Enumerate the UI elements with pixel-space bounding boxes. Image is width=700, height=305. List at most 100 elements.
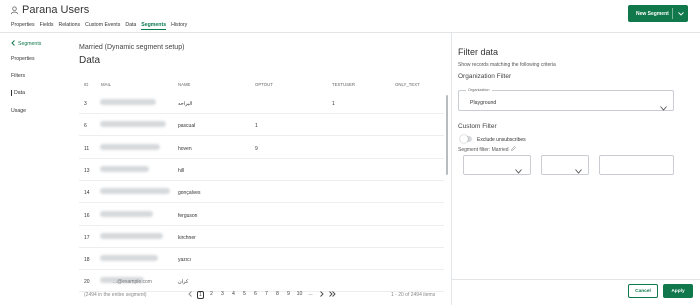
segment-total-label: (2494 in the entire segment)	[84, 292, 147, 298]
cell-name: ferguson	[178, 212, 198, 219]
chevron-down-icon[interactable]	[515, 161, 522, 179]
pencil-icon[interactable]	[510, 146, 516, 153]
cell-id: 3	[84, 101, 87, 107]
segment-filter-label: Segment filter: Married	[458, 146, 516, 153]
pager-page[interactable]: 1	[197, 291, 204, 299]
cell-id: 13	[84, 167, 90, 174]
pager-last-icon[interactable]	[329, 291, 336, 299]
chevron-down-icon[interactable]	[673, 11, 688, 16]
exclude-unsubscribes-toggle[interactable]	[460, 135, 472, 143]
organization-select-value: Playground	[470, 100, 497, 106]
table-row[interactable]: 3 اليراحه 1	[79, 92, 444, 114]
cell-id: 18	[84, 257, 90, 264]
sidebar-item-usage[interactable]: Usage	[11, 108, 26, 114]
cell-testuser: 1	[332, 101, 335, 107]
cell-name: hoven	[178, 145, 192, 152]
organization-filter-heading: Organization Filter	[458, 73, 512, 80]
redacted-email	[100, 232, 163, 239]
pagination-range: 1 - 20 of 2494 items	[391, 292, 436, 298]
table-row[interactable]: 16 ferguson	[79, 204, 444, 226]
pager-pages: 1 2 3 4 5 6 7 8 9 10...	[197, 291, 314, 299]
segment-subtitle: Married (Dynamic segment setup)	[79, 44, 185, 51]
pager-page[interactable]: 4	[230, 291, 237, 299]
tab-relations[interactable]: Relations	[59, 22, 81, 30]
exclude-unsubscribes-label: Exclude unsubscribes	[477, 137, 526, 143]
users-icon	[10, 5, 19, 15]
column-header-only-text[interactable]: ONLY_TEXT	[395, 82, 420, 87]
table-row[interactable]: 20 ...@example.com كران	[79, 270, 444, 293]
redacted-email	[100, 255, 158, 262]
table-scrollbar[interactable]	[446, 95, 448, 175]
filter-panel-subtitle: Show records matching the following crit…	[458, 62, 556, 68]
table-row[interactable]: 13 hill	[79, 159, 444, 181]
cell-name: yazıcı	[178, 257, 192, 264]
tab-properties[interactable]: Properties	[11, 22, 35, 30]
table-row[interactable]: 17 kirchner	[79, 226, 444, 248]
custom-filter-heading: Custom Filter	[458, 123, 497, 130]
cell-id: 17	[84, 234, 90, 241]
pager-ellipsis: ...	[308, 291, 313, 297]
pager-page[interactable]: 7	[263, 291, 270, 299]
column-header-optout[interactable]: OPTOUT	[255, 82, 273, 87]
redacted-email	[100, 210, 153, 217]
column-header-mail[interactable]: MAIL	[101, 82, 111, 87]
tab-fields[interactable]: Fields	[40, 22, 54, 30]
tab-segments[interactable]: Segments	[141, 22, 167, 30]
pagination: 1 2 3 4 5 6 7 8 9 10...	[186, 291, 336, 299]
organization-select-label: Organization	[466, 88, 492, 92]
cell-optout: 1	[255, 123, 258, 130]
pager-page[interactable]: 10	[296, 291, 303, 299]
redacted-email	[100, 143, 160, 150]
chevron-down-icon[interactable]	[575, 161, 582, 179]
page-title-text: Parana Users	[22, 4, 90, 16]
panel-footer-divider	[452, 279, 700, 280]
segment-filter-text: Segment filter: Married	[458, 146, 509, 153]
redacted-email	[100, 188, 170, 195]
filter-panel-title: Filter data	[458, 47, 499, 57]
chevron-left-icon	[11, 40, 15, 48]
redacted-email	[100, 99, 156, 105]
cell-id: 20	[84, 279, 90, 286]
pager-page[interactable]: 6	[252, 291, 259, 299]
tab-history[interactable]: History	[171, 22, 187, 30]
apply-button[interactable]: Apply	[663, 284, 693, 298]
back-to-segments-link[interactable]: Segments	[11, 40, 41, 48]
new-segment-button[interactable]: New Segment	[628, 5, 688, 22]
pager-page[interactable]: 9	[285, 291, 292, 299]
section-heading: Data	[79, 55, 101, 66]
cell-id: 14	[84, 190, 90, 197]
cell-id: 11	[84, 145, 90, 152]
table-row[interactable]: 6 pascual 1	[79, 114, 444, 137]
redacted-email	[100, 121, 166, 128]
cell-name: اليراحه	[178, 101, 193, 107]
chevron-down-icon[interactable]	[660, 98, 667, 116]
tab-custom-events[interactable]: Custom Events	[85, 22, 120, 30]
back-label: Segments	[18, 41, 42, 47]
pager-prev-icon[interactable]	[186, 291, 193, 299]
column-header-id[interactable]: ID	[84, 82, 88, 87]
pager-page[interactable]: 3	[219, 291, 226, 299]
cell-name: hill	[178, 167, 185, 174]
filter-value-input[interactable]	[599, 155, 674, 175]
column-header-name[interactable]: NAME	[178, 82, 190, 87]
pager-page[interactable]: 2	[208, 291, 215, 299]
cell-name: gonçalves	[178, 190, 201, 197]
pager-page[interactable]: 5	[241, 291, 248, 299]
sidebar-item-properties[interactable]: Properties	[11, 56, 35, 62]
cell-id: 6	[84, 123, 87, 130]
sidebar-item-filters[interactable]: Filters	[11, 73, 25, 79]
cell-name: kirchner	[178, 234, 196, 241]
tab-data[interactable]: Data	[125, 22, 136, 30]
pager-next-icon[interactable]	[318, 291, 325, 299]
redacted-email	[100, 165, 149, 172]
table-row[interactable]: 14 gonçalves	[79, 181, 444, 204]
cancel-button[interactable]: Cancel	[628, 284, 658, 298]
page-title: Parana Users	[10, 4, 89, 16]
panel-divider	[451, 33, 452, 305]
table-row[interactable]: 11 hoven 9	[79, 137, 444, 159]
column-header-testuser[interactable]: TESTUSER	[332, 82, 355, 87]
pager-page[interactable]: 8	[274, 291, 281, 299]
sidebar-item-data[interactable]: Data	[11, 90, 25, 96]
cell-name: pascual	[178, 123, 196, 130]
table-row[interactable]: 18 yazıcı	[79, 248, 444, 271]
